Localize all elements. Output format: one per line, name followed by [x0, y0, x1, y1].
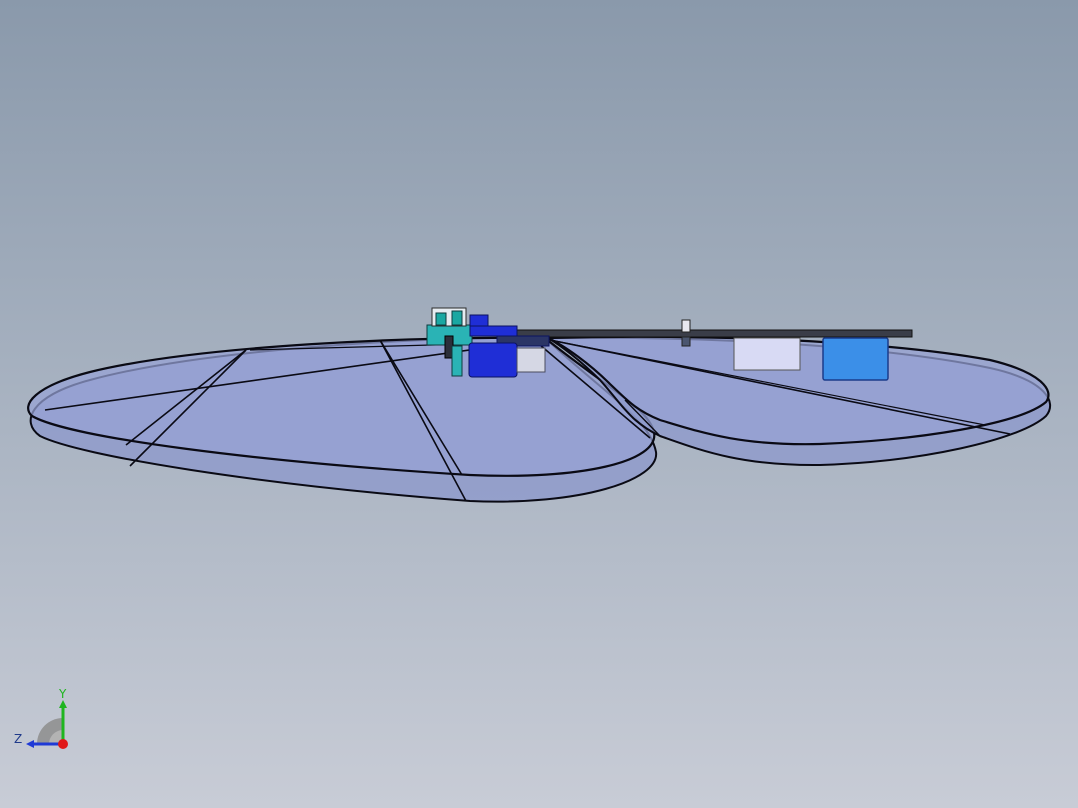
motor-endcap — [516, 347, 546, 373]
coordinate-triad[interactable]: Y Z — [10, 686, 80, 756]
y-axis-label: Y — [58, 687, 67, 701]
crank-arm — [451, 345, 463, 377]
battery[interactable] — [822, 337, 889, 381]
gear — [435, 312, 447, 326]
fuselage-spar[interactable] — [499, 329, 913, 338]
motor-body — [468, 342, 518, 378]
left-wing[interactable] — [27, 336, 658, 503]
control-board[interactable] — [733, 337, 801, 371]
gear — [451, 310, 463, 326]
triad-origin — [58, 739, 68, 749]
ornithopter-model[interactable] — [0, 0, 1078, 808]
z-axis-label: Z — [14, 732, 22, 746]
z-axis-arrowhead — [26, 740, 34, 748]
y-axis-arrowhead — [59, 700, 67, 708]
graphics-viewport[interactable]: Y Z — [0, 0, 1078, 808]
motor-mount — [469, 325, 518, 337]
